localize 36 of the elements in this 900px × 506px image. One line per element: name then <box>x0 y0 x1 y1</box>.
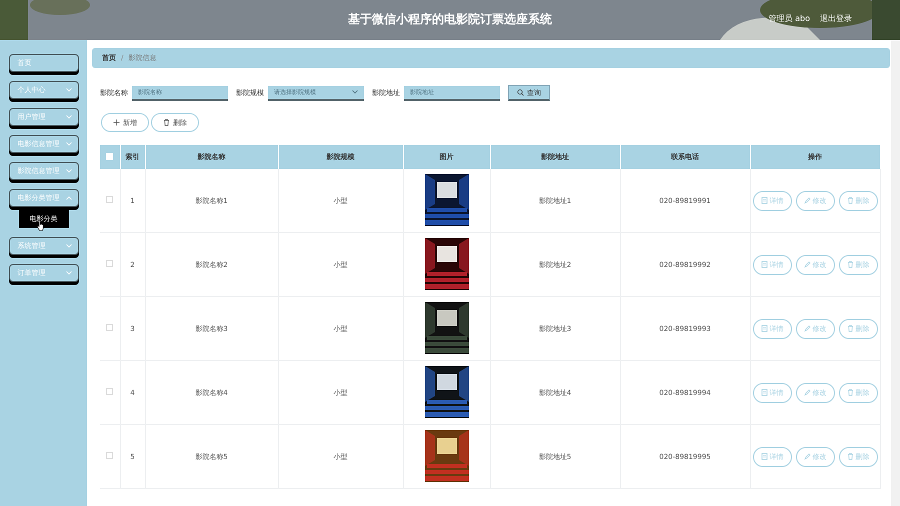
chevron-icon <box>66 115 72 119</box>
chevron-icon <box>66 169 72 173</box>
chevron-icon <box>66 88 72 92</box>
checkbox[interactable] <box>106 324 114 331</box>
checkbox[interactable] <box>106 388 114 395</box>
trash-icon <box>163 119 170 126</box>
checkbox[interactable] <box>106 452 114 459</box>
detail-icon <box>760 261 768 268</box>
scrollbar[interactable] <box>891 40 900 506</box>
detail-icon <box>760 325 768 332</box>
checkbox[interactable] <box>106 260 114 267</box>
detail-icon <box>760 389 768 396</box>
plus-icon <box>113 119 120 126</box>
detail-icon <box>760 197 768 204</box>
detail-icon <box>760 453 768 460</box>
edit-icon <box>804 325 810 332</box>
cursor-icon <box>36 220 44 231</box>
chevron-icon <box>66 196 72 200</box>
edit-icon <box>804 261 810 268</box>
trash-icon <box>846 389 854 396</box>
logout-link[interactable]: 退出登录 <box>820 13 852 24</box>
edit-icon <box>804 389 810 396</box>
chevron-icon <box>352 90 358 94</box>
app-title: 基于微信小程序的电影院订票选座系统 <box>348 11 552 28</box>
chevron-icon <box>66 244 72 248</box>
trash-icon <box>846 325 854 332</box>
chevron-icon <box>66 142 72 146</box>
search-icon <box>517 89 524 96</box>
trash-icon <box>846 197 854 204</box>
trash-icon <box>846 453 854 460</box>
chevron-icon <box>66 271 72 275</box>
edit-icon <box>804 197 810 204</box>
edit-icon <box>804 453 810 460</box>
trash-icon <box>846 261 854 268</box>
checkbox[interactable] <box>106 196 114 203</box>
user-label: 管理员 abo <box>768 13 810 24</box>
